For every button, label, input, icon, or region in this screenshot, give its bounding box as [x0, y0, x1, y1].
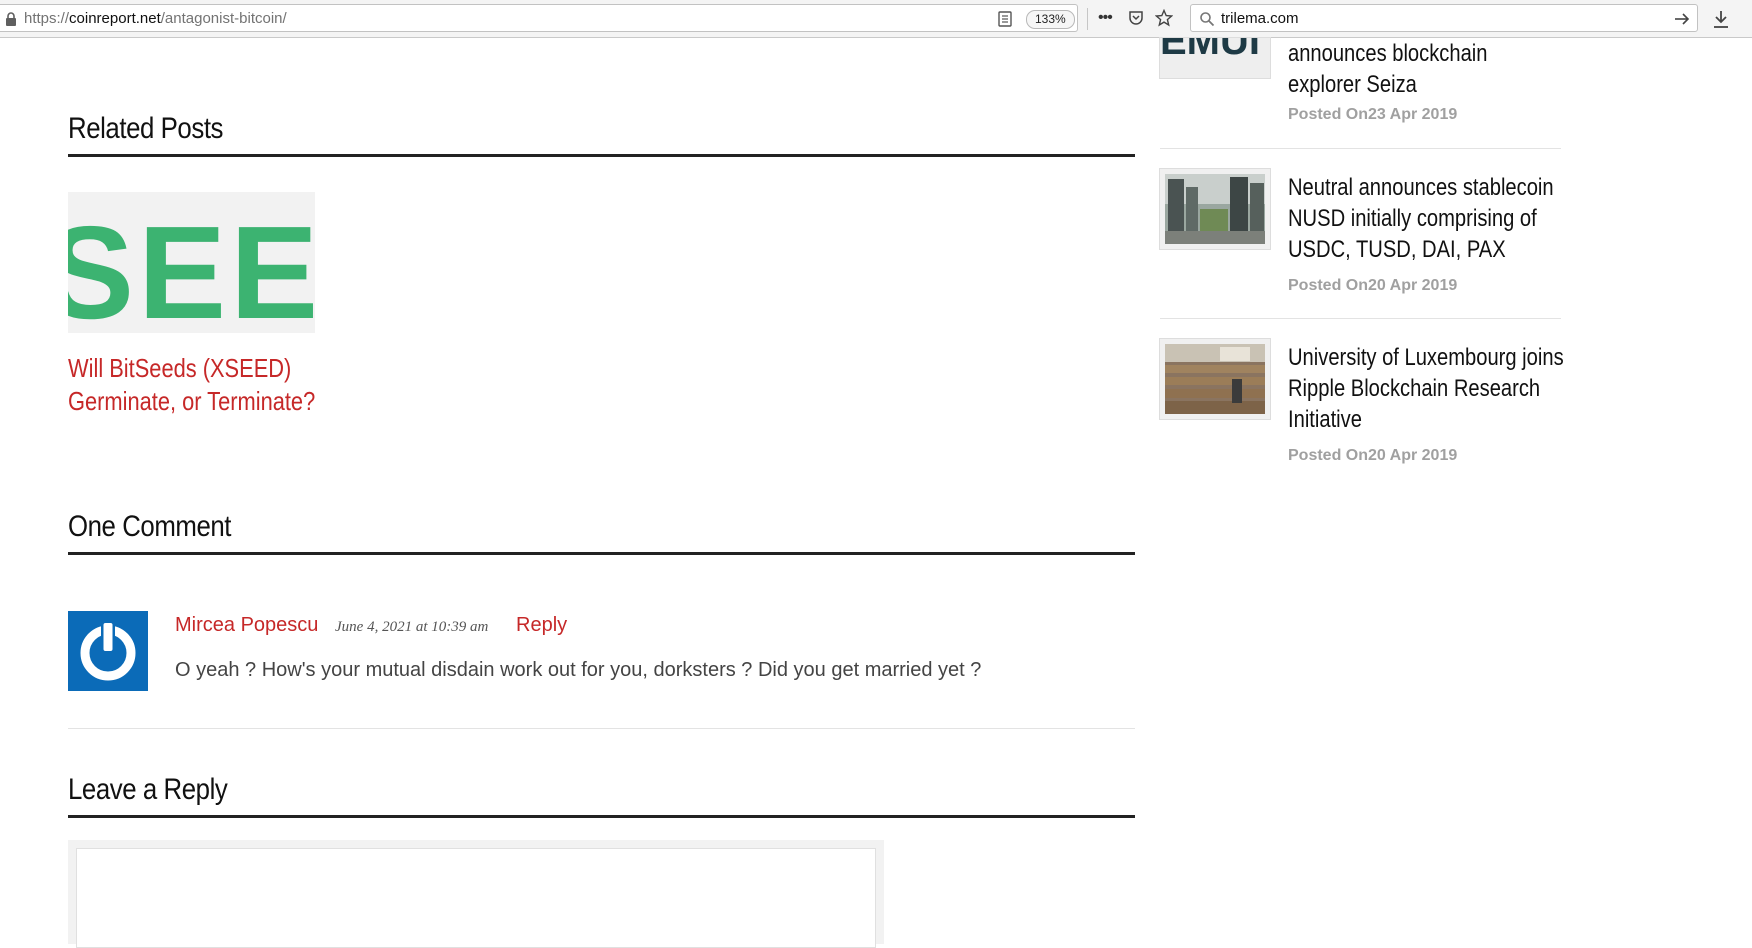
- sidebar-post-item[interactable]: EMUI announces blockchain explorer Seiza…: [1160, 38, 1561, 138]
- heading-divider: [68, 815, 1135, 818]
- lecture-hall-photo: [1160, 339, 1270, 419]
- pocket-icon[interactable]: [1128, 10, 1144, 26]
- heading-divider: [68, 552, 1135, 555]
- emui-logo-image: EMUI: [1160, 38, 1260, 63]
- address-bar[interactable]: https://coinreport.net/antagonist-bitcoi…: [0, 4, 1078, 32]
- bookmark-star-icon[interactable]: [1155, 9, 1173, 27]
- page-actions-more-icon[interactable]: •••: [1098, 10, 1118, 26]
- sidebar-post-thumbnail[interactable]: [1160, 339, 1270, 419]
- comment-date-link[interactable]: June 4, 2021 at 10:39 am: [335, 619, 488, 636]
- browser-toolbar: https://coinreport.net/antagonist-bitcoi…: [0, 0, 1752, 38]
- city-street-photo: [1160, 169, 1270, 249]
- sidebar-post-item[interactable]: University of Luxembourg joins Ripple Bl…: [1160, 339, 1564, 469]
- lock-icon: [6, 12, 16, 26]
- sidebar-post-date: Posted On23 Apr 2019: [1288, 106, 1458, 123]
- comment-author-link[interactable]: Mircea Popescu: [175, 614, 318, 637]
- sidebar-post-title-link[interactable]: University of Luxembourg joins Ripple Bl…: [1288, 342, 1565, 435]
- url-path: /antagonist-bitcoin/: [160, 10, 287, 27]
- toolbar-separator: [1087, 8, 1088, 30]
- sidebar-post-thumbnail[interactable]: [1160, 169, 1270, 249]
- heading-divider: [68, 154, 1135, 157]
- url-scheme: https://: [24, 10, 70, 27]
- emui-logo-text: EMUI: [1160, 38, 1260, 63]
- comment-textarea[interactable]: [76, 848, 876, 948]
- sidebar-divider: [1160, 318, 1561, 319]
- search-icon: [1200, 12, 1215, 27]
- sidebar-post-title-link[interactable]: announces blockchain explorer Seiza: [1288, 38, 1565, 100]
- reply-button[interactable]: Reply: [516, 614, 567, 637]
- sidebar-post-date: Posted On20 Apr 2019: [1288, 277, 1458, 294]
- search-go-arrow-icon[interactable]: [1673, 10, 1691, 28]
- url-text: https://coinreport.net/antagonist-bitcoi…: [24, 10, 287, 27]
- search-input[interactable]: trilema.com: [1221, 10, 1299, 27]
- reply-form: [68, 840, 884, 948]
- seed-logo-image: SEED: [68, 199, 315, 333]
- seed-logo-text: SEED: [68, 199, 315, 333]
- leave-reply-heading: Leave a Reply: [68, 773, 228, 806]
- sidebar-post-title-link[interactable]: Neutral announces stablecoin NUSD initia…: [1288, 172, 1565, 265]
- sidebar-post-item[interactable]: Neutral announces stablecoin NUSD initia…: [1160, 169, 1561, 299]
- sidebar-post-thumbnail[interactable]: EMUI: [1160, 38, 1270, 78]
- sidebar-post-date: Posted On20 Apr 2019: [1288, 447, 1458, 464]
- comments-heading: One Comment: [68, 510, 232, 543]
- related-posts-heading: Related Posts: [68, 112, 224, 145]
- related-post-title-link[interactable]: Will BitSeeds (XSEED) Germinate, or Term…: [68, 352, 320, 418]
- gravatar-power-icon: [80, 621, 136, 681]
- comment-body: O yeah ? How's your mutual disdain work …: [175, 659, 982, 681]
- avatar: [68, 611, 148, 691]
- reader-view-icon[interactable]: [998, 11, 1012, 27]
- search-bar[interactable]: trilema.com: [1190, 4, 1698, 32]
- comment-divider: [68, 728, 1135, 729]
- related-post-thumbnail[interactable]: SEED: [68, 192, 315, 333]
- download-icon[interactable]: [1712, 9, 1730, 29]
- zoom-level-badge[interactable]: 133%: [1026, 10, 1075, 29]
- sidebar-divider: [1160, 148, 1561, 149]
- url-host: coinreport.net: [69, 10, 161, 27]
